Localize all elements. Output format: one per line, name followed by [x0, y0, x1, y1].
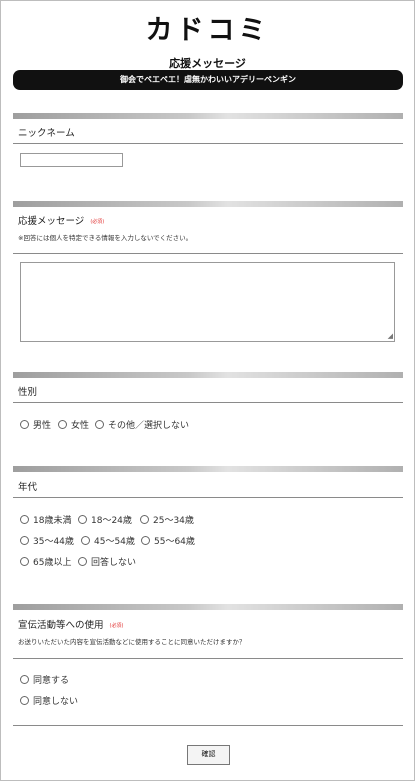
- age-option[interactable]: 55〜64歳: [141, 534, 195, 547]
- section-rule: [13, 253, 403, 254]
- kadocomi-logo: カドコミ: [145, 15, 270, 46]
- required-badge: (必須): [109, 623, 124, 629]
- usage-label: 宣伝活動等への使用 (必須): [18, 617, 123, 631]
- section-divider: [13, 604, 403, 610]
- section-divider: [13, 113, 403, 119]
- usage-option-disagree[interactable]: 同意しない: [20, 694, 78, 707]
- radio-icon[interactable]: [81, 535, 90, 545]
- radio-icon[interactable]: [78, 556, 87, 566]
- section-rule: [13, 725, 403, 726]
- age-label: 年代: [18, 482, 38, 493]
- usage-label-text: 宣伝活動等への使用: [18, 620, 104, 631]
- section-rule: [13, 497, 403, 498]
- radio-icon[interactable]: [140, 514, 149, 524]
- gender-option-other[interactable]: その他／選択しない: [95, 418, 189, 431]
- radio-icon[interactable]: [95, 419, 104, 429]
- radio-icon[interactable]: [20, 695, 29, 705]
- section-divider: [13, 372, 403, 378]
- message-note: ※回答には個人を特定できる情報を入力しないでください。: [18, 234, 193, 242]
- radio-icon[interactable]: [20, 556, 29, 566]
- gender-label: 性別: [18, 387, 38, 398]
- radio-icon[interactable]: [141, 535, 150, 545]
- radio-icon[interactable]: [20, 514, 29, 524]
- radio-icon[interactable]: [20, 419, 29, 429]
- message-label: 応援メッセージ (必須): [18, 213, 104, 227]
- section-rule: [13, 402, 403, 403]
- age-option[interactable]: 回答しない: [78, 555, 136, 568]
- section-rule: [13, 143, 403, 144]
- section-rule: [13, 658, 403, 659]
- radio-icon[interactable]: [20, 535, 29, 545]
- radio-icon[interactable]: [78, 514, 87, 524]
- required-badge: (必須): [90, 219, 105, 225]
- confirm-button[interactable]: 確認: [187, 745, 230, 765]
- page-title: 応援メッセージ: [169, 57, 246, 70]
- usage-option-agree[interactable]: 同意する: [20, 673, 69, 686]
- title-banner: 御会でペエペエ！虐無かわいいアデリーペンギン: [13, 70, 403, 90]
- age-option[interactable]: 65歳以上: [20, 555, 71, 568]
- message-label-text: 応援メッセージ: [18, 216, 85, 227]
- radio-icon[interactable]: [58, 419, 67, 429]
- age-option[interactable]: 45〜54歳: [81, 534, 135, 547]
- gender-option-male[interactable]: 男性: [20, 418, 51, 431]
- message-textarea[interactable]: ◢: [20, 262, 395, 342]
- section-divider: [13, 466, 403, 472]
- age-option[interactable]: 18歳未満: [20, 513, 71, 526]
- age-option[interactable]: 18〜24歳: [78, 513, 132, 526]
- nickname-label: ニックネーム: [18, 128, 75, 139]
- usage-note: お送りいただいた内容を宣伝活動などに使用することに同意いただけますか？: [18, 638, 246, 646]
- radio-icon[interactable]: [20, 674, 29, 684]
- nickname-input[interactable]: [20, 153, 123, 167]
- section-divider: [13, 201, 403, 207]
- gender-option-female[interactable]: 女性: [58, 418, 89, 431]
- age-option[interactable]: 25〜34歳: [140, 513, 194, 526]
- resize-handle-icon[interactable]: ◢: [388, 333, 393, 340]
- age-option[interactable]: 35〜44歳: [20, 534, 74, 547]
